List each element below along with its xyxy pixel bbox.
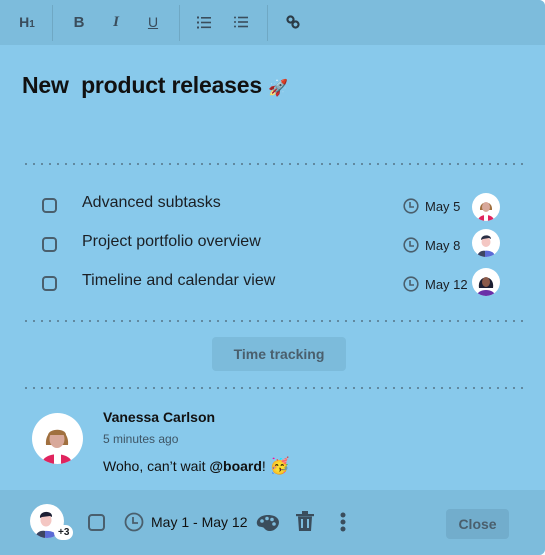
clock-icon: [124, 512, 144, 532]
link-button[interactable]: [282, 8, 304, 36]
assignee-avatar[interactable]: [472, 268, 500, 296]
trash-icon[interactable]: [296, 511, 314, 531]
divider: [22, 320, 525, 322]
comment-author[interactable]: Vanessa Carlson: [103, 409, 215, 425]
comment-text: Woho, can’t wait @board! 🥳: [103, 456, 290, 476]
comment-text-body: Woho, can’t wait: [103, 458, 210, 474]
woman-avatar-icon: [42, 429, 72, 464]
woman-avatar-icon: [478, 202, 494, 221]
bullet-list-icon: [234, 16, 248, 28]
divider: [22, 387, 525, 389]
rocket-emoji: 🚀: [268, 80, 288, 97]
woman-avatar-icon: [477, 277, 495, 296]
task-due-date[interactable]: May 12: [425, 277, 468, 292]
man-avatar-icon: [477, 235, 495, 257]
palette-icon[interactable]: [256, 514, 280, 532]
mention-link[interactable]: @board: [209, 458, 262, 474]
card-footer: +3 May 1 - May 12 Close: [0, 490, 545, 555]
italic-icon: I: [113, 13, 119, 30]
divider: [22, 163, 525, 165]
toolbar-divider: [267, 5, 268, 41]
task-due-date[interactable]: May 5: [425, 199, 460, 214]
assignee-avatar[interactable]: [472, 193, 500, 221]
toolbar-divider: [52, 5, 53, 41]
link-icon: [286, 15, 300, 29]
underline-button[interactable]: U: [142, 8, 164, 36]
task-checkbox[interactable]: [42, 237, 57, 252]
task-checkbox[interactable]: [42, 198, 57, 213]
bold-icon: B: [73, 13, 85, 31]
task-due-date[interactable]: May 8: [425, 238, 460, 253]
complete-checkbox[interactable]: [88, 514, 105, 531]
task-checkbox[interactable]: [42, 276, 57, 291]
bold-button[interactable]: B: [68, 8, 90, 36]
clock-icon: [403, 276, 419, 292]
numbered-list-icon: [197, 16, 211, 28]
italic-button[interactable]: I: [105, 8, 127, 36]
clock-icon: [403, 237, 419, 253]
card-title[interactable]: New product releases 🚀: [22, 72, 288, 99]
heading-1-icon: H1: [19, 14, 35, 30]
task-row[interactable]: Timeline and calendar view May 12: [40, 268, 510, 300]
extra-members-badge[interactable]: +3: [54, 525, 74, 540]
bullet-list-button[interactable]: [230, 8, 252, 36]
party-face-emoji: 🥳: [269, 458, 290, 475]
toolbar-divider: [179, 5, 180, 41]
task-label: Project portfolio overview: [82, 233, 261, 250]
time-tracking-button[interactable]: Time tracking: [212, 337, 346, 371]
ordered-list-button[interactable]: [193, 8, 215, 36]
task-row[interactable]: Project portfolio overview May 8: [40, 229, 510, 261]
comment-author-avatar[interactable]: [32, 413, 83, 464]
task-row[interactable]: Advanced subtasks May 5: [40, 192, 510, 222]
close-button[interactable]: Close: [446, 509, 509, 539]
card-title-text: New product releases: [22, 72, 262, 98]
formatting-toolbar: H1 B I U: [0, 0, 545, 45]
comment-text-end: !: [261, 458, 266, 474]
task-card: H1 B I U New product releases 🚀 Advanced…: [0, 0, 545, 555]
underline-icon: U: [147, 14, 159, 30]
more-options-icon[interactable]: [340, 512, 346, 532]
clock-icon: [403, 198, 419, 214]
task-label: Timeline and calendar view: [82, 272, 276, 289]
assignee-avatar[interactable]: [472, 229, 500, 257]
date-range[interactable]: May 1 - May 12: [151, 514, 247, 530]
task-label: Advanced subtasks: [82, 194, 221, 211]
heading-1-button[interactable]: H1: [14, 8, 40, 36]
comment-timestamp: 5 minutes ago: [103, 432, 179, 446]
